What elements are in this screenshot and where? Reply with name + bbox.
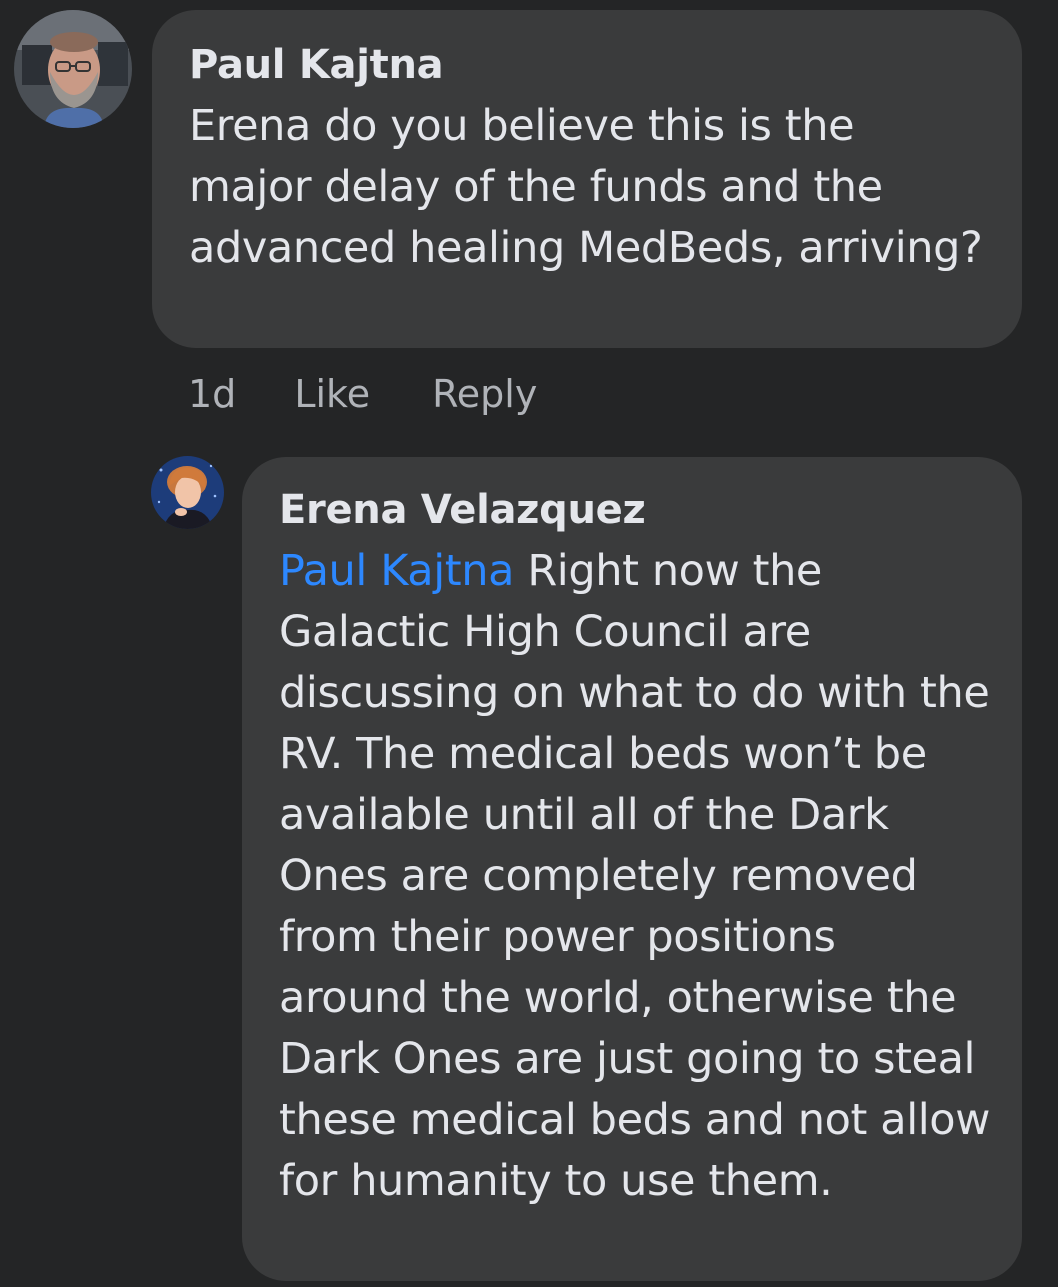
- reply-bubble: Erena Velazquez Paul Kajtna Right now th…: [242, 457, 1022, 1281]
- avatar-paul-kajtna[interactable]: [14, 10, 132, 128]
- comment-timestamp[interactable]: 1d: [188, 372, 236, 416]
- user-avatar-photo-icon: [151, 456, 224, 529]
- avatar-erena-velazquez[interactable]: [151, 456, 224, 529]
- user-avatar-photo-icon: [14, 10, 132, 128]
- comment-actions: 1d Like Reply: [188, 368, 537, 420]
- comment-bubble: Paul Kajtna Erena do you believe this is…: [152, 10, 1022, 348]
- comment-text: Erena do you believe this is the major d…: [189, 101, 983, 273]
- reply-button[interactable]: Reply: [432, 372, 537, 416]
- reply-author-name[interactable]: Erena Velazquez: [279, 485, 992, 535]
- mention-link[interactable]: Paul Kajtna: [279, 546, 514, 596]
- reply-text-container: Paul Kajtna Right now the Galactic High …: [279, 541, 992, 1212]
- like-button[interactable]: Like: [294, 372, 370, 416]
- comment-author-name[interactable]: Paul Kajtna: [189, 40, 986, 90]
- reply-text: Right now the Galactic High Council are …: [279, 546, 990, 1206]
